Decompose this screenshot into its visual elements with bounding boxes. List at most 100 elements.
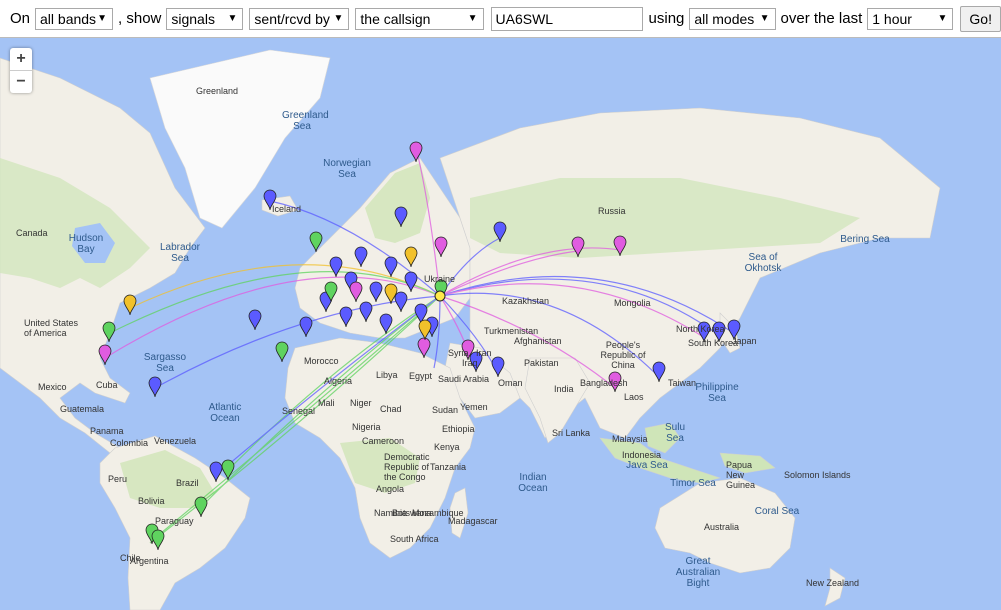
map-label: Greenland Sea (282, 110, 329, 132)
station-pin[interactable] (148, 376, 162, 398)
map-label: Greenland (196, 86, 239, 96)
map-label: Canada (16, 228, 48, 238)
go-button[interactable]: Go! (960, 5, 1001, 32)
callsign-input[interactable] (490, 6, 643, 31)
map-label: Philippine Sea (695, 382, 739, 404)
map-label: Ethiopia (442, 424, 475, 434)
scandinavia-forest (365, 163, 430, 243)
show-label: , show (118, 10, 162, 27)
map-label: Peru (108, 474, 128, 484)
station-pin[interactable] (418, 319, 432, 341)
map-label: Taiwan (668, 378, 697, 388)
period-label: over the last (780, 10, 863, 27)
map-label: Yemen (460, 402, 488, 412)
map-label: Mexico (38, 382, 67, 392)
map-canvas (0, 49, 941, 610)
chevron-down-icon: ▼ (759, 12, 770, 24)
map-label: Egypt (409, 371, 433, 381)
map-label: Papua New Guinea (726, 460, 756, 490)
map-label: Colombia (110, 438, 149, 448)
map-label: People's Republic of China (600, 340, 646, 370)
using-label: using (648, 10, 685, 27)
map-label: Libya (376, 370, 398, 380)
map-label: Cameroon (362, 436, 405, 446)
map-label: Sulu Sea (664, 422, 685, 444)
zoom-in-button[interactable]: + (10, 48, 32, 71)
map-label: New Zealand (806, 578, 860, 588)
map-label: Indian Ocean (518, 472, 548, 494)
map-label: Timor Sea (670, 478, 716, 489)
map-label: Hudson Bay (68, 233, 104, 255)
station-pin[interactable] (275, 341, 289, 363)
map-label: Algeria (324, 376, 353, 386)
mode-select[interactable]: all modes ▼ (689, 7, 776, 30)
map-label: Sri Lanka (552, 428, 591, 438)
map-label: Cuba (96, 380, 118, 390)
chevron-down-icon: ▼ (467, 12, 478, 24)
map-label: Afghanistan (514, 336, 562, 346)
map-label: Sargasso Sea (143, 352, 187, 374)
map-label: Sea of Okhotsk (744, 252, 782, 274)
map-label: Pakistan (524, 358, 559, 368)
station-pin[interactable] (123, 294, 137, 316)
map-label: Labrador Sea (159, 242, 201, 264)
station-pin[interactable] (299, 316, 313, 338)
map-label: Bering Sea (840, 234, 890, 245)
map-label: Bangladesh (580, 378, 628, 388)
chevron-down-icon: ▼ (333, 12, 344, 24)
map-label: Laos (624, 392, 644, 402)
map-label: Malaysia (612, 434, 648, 444)
chevron-down-icon: ▼ (97, 12, 108, 24)
map-label: Japan (732, 336, 757, 346)
map-label: Guatemala (60, 404, 105, 414)
map-label: Kenya (434, 442, 460, 452)
map-label: Chad (380, 404, 402, 414)
map-label: Iceland (272, 204, 302, 214)
map-label: United States of America (24, 318, 79, 338)
zoom-control: + − (10, 48, 32, 93)
on-label: On (10, 10, 31, 27)
map-label: Indonesia (622, 450, 662, 460)
map-label: Solomon Islands (784, 470, 851, 480)
map-label: Coral Sea (754, 506, 800, 517)
map-label: Sudan (432, 405, 459, 415)
map-label: Great Australian Bight (675, 556, 721, 589)
direction-select[interactable]: sent/rcvd by ▼ (249, 7, 350, 30)
map-label: Venezuela (154, 436, 197, 446)
band-select[interactable]: all bands ▼ (35, 7, 114, 30)
map-label: South Africa (390, 534, 439, 544)
map-label: Australia (704, 522, 740, 532)
map-label: Oman (498, 378, 523, 388)
map-label: Iran (476, 348, 492, 358)
map-label: Angola (376, 484, 405, 494)
map-label: Morocco (304, 356, 339, 366)
map-label: Turkmenistan (484, 326, 539, 336)
map-label: Iraq (462, 358, 478, 368)
type-select[interactable]: signals ▼ (166, 7, 244, 30)
map-label: Mongolia (614, 298, 651, 308)
map-label: Panama (90, 426, 124, 436)
period-select[interactable]: 1 hour ▼ (867, 7, 954, 30)
map-label: Niger (350, 398, 372, 408)
query-toolbar: On all bands ▼ , show signals ▼ sent/rcvd … (0, 0, 1001, 38)
map-label: Tanzania (430, 462, 467, 472)
who-select[interactable]: the callsign ▼ (355, 7, 484, 30)
station-pin[interactable] (248, 309, 262, 331)
map-label: Botswana (392, 508, 432, 518)
map-label: Kazakhstan (502, 296, 550, 306)
world-map[interactable]: Greenland Greenland Sea Norwegian Sea Ic… (0, 38, 1001, 610)
map-label: Java Sea (626, 460, 668, 471)
chevron-down-icon: ▼ (227, 12, 238, 24)
map-label: Madagascar (448, 516, 498, 526)
map-label: Bolivia (138, 496, 165, 506)
home-marker[interactable] (434, 290, 446, 302)
map-label: Nigeria (352, 422, 381, 432)
chevron-down-icon: ▼ (937, 12, 948, 24)
map-label: North Korea (676, 324, 725, 334)
map-label: Saudi Arabia (438, 374, 490, 384)
map-label: Paraguay (155, 516, 194, 526)
map-label: Syria (448, 348, 469, 358)
map-label: Russia (598, 206, 626, 216)
zoom-out-button[interactable]: − (10, 71, 32, 93)
map-label: South Korea (688, 338, 739, 348)
